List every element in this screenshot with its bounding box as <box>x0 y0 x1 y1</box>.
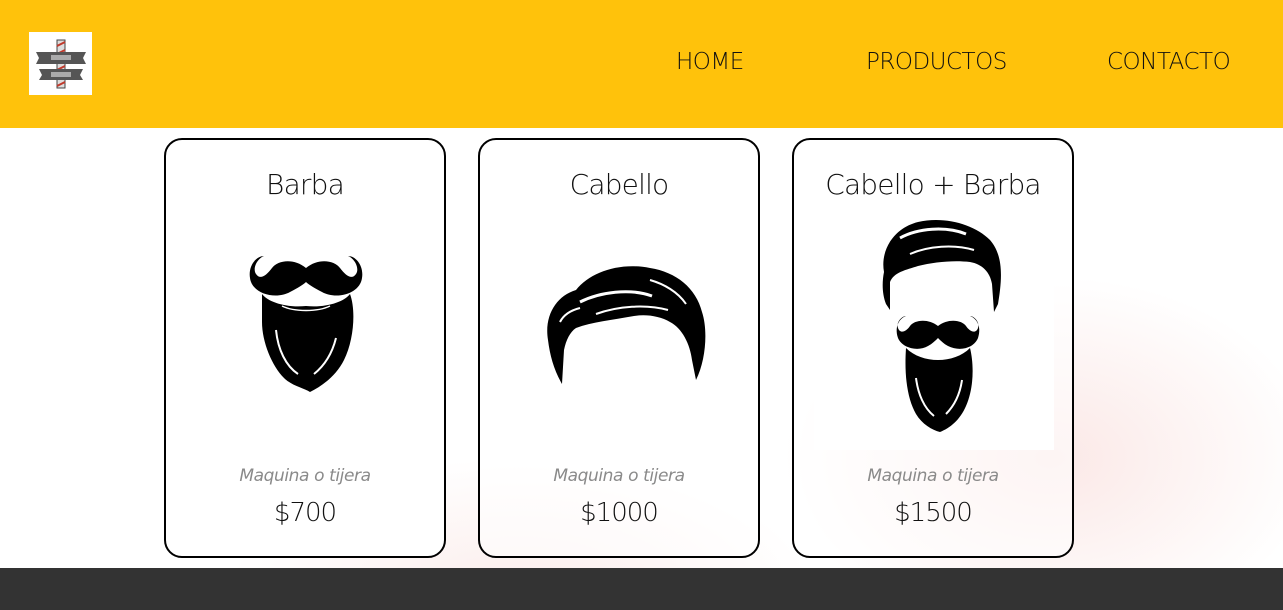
card-title: Cabello + Barba <box>825 168 1041 201</box>
service-card-barba[interactable]: Barba Maquina o tijera $700 <box>164 138 446 558</box>
card-price: $1500 <box>894 498 973 528</box>
nav-home[interactable]: HOME <box>676 48 744 76</box>
card-title: Cabello <box>569 168 670 201</box>
nav-productos[interactable]: PRODUCTOS <box>866 48 1007 76</box>
card-price: $700 <box>273 498 337 528</box>
beard-icon <box>186 210 426 450</box>
card-description: Maquina o tijera <box>239 466 371 486</box>
site-footer <box>0 568 1283 610</box>
site-header: HOME PRODUCTOS CONTACTO <box>0 0 1283 128</box>
hair-and-beard-icon <box>814 210 1054 450</box>
card-description: Maquina o tijera <box>867 466 999 486</box>
card-description: Maquina o tijera <box>553 466 685 486</box>
service-card-cabello-barba[interactable]: Cabello + Barba Maquina o tijera $1500 <box>792 138 1074 558</box>
nav-contacto[interactable]: CONTACTO <box>1107 48 1231 76</box>
barbershop-logo-icon[interactable] <box>29 32 92 95</box>
card-title: Barba <box>266 168 345 201</box>
hair-icon <box>500 210 740 450</box>
service-card-cabello[interactable]: Cabello Maquina o tijera $1000 <box>478 138 760 558</box>
card-price: $1000 <box>580 498 659 528</box>
